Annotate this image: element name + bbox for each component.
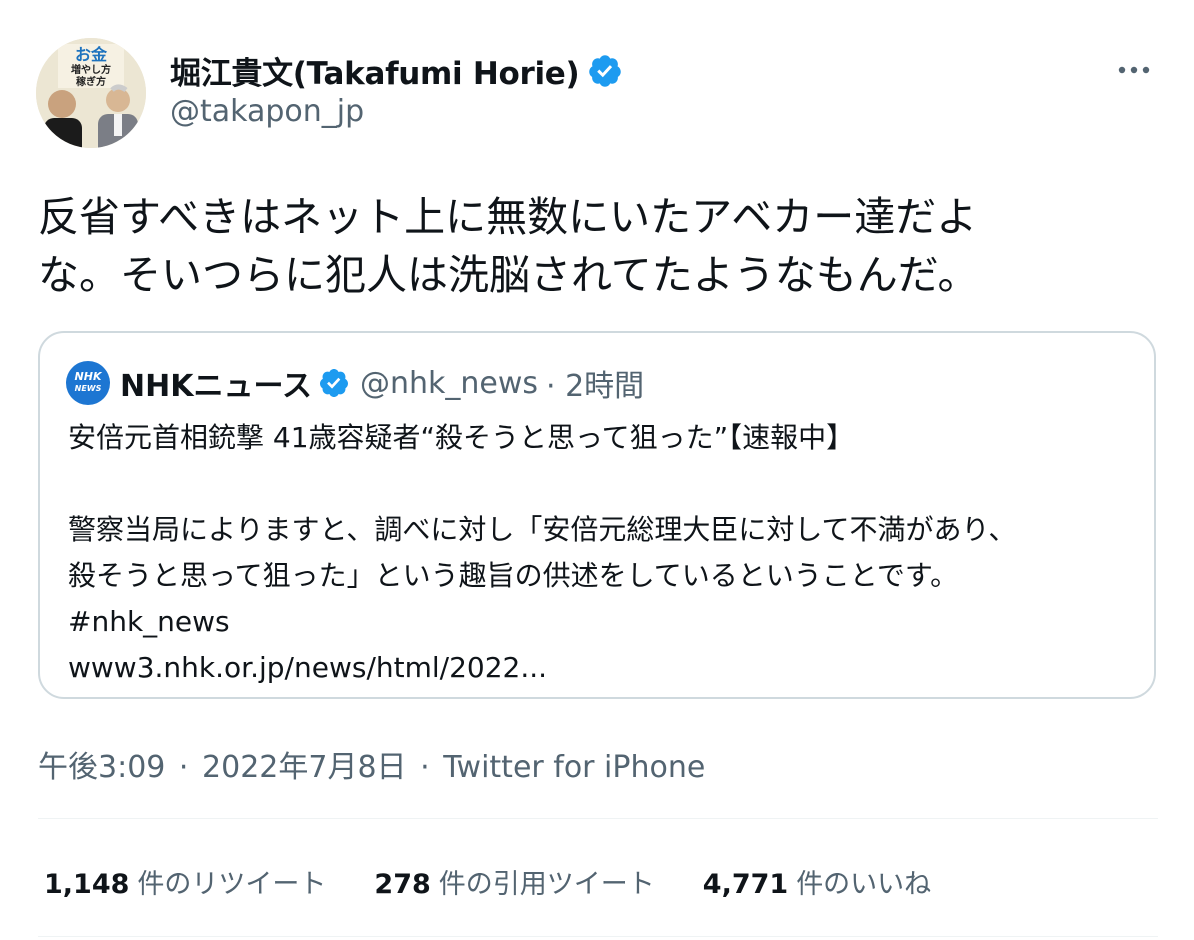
quoted-tweet-header: NHK NEWS NHKニュース @nhk_news · 2時間	[66, 361, 644, 405]
retweet-count: 1,148	[44, 869, 130, 900]
author-avatar[interactable]: お金 増やし方 稼ぎ方	[36, 38, 146, 148]
verified-badge-icon	[589, 54, 622, 87]
tweet-timestamp: 午後3:09 · 2022年7月8日 · Twitter for iPhone	[38, 742, 705, 786]
quoted-tweet-link[interactable]: www3.nhk.or.jp/news/html/2022...	[68, 645, 1138, 691]
quoted-tweet-body-line: 殺そうと思って狙った」という趣旨の供述をしているということです。	[68, 559, 959, 592]
divider	[38, 936, 1158, 937]
nhk-logo-subtext: NEWS	[74, 384, 102, 393]
nhk-news-logo[interactable]: NHK NEWS	[66, 361, 110, 405]
verified-badge-icon	[319, 369, 348, 397]
avatar-book-title-1: お金	[75, 45, 108, 64]
quote-tweet-label: 件の引用ツイート	[438, 869, 655, 900]
like-count-link[interactable]: 4,771 件のいいね	[703, 862, 931, 901]
avatar-book-title-3: 稼ぎ方	[76, 75, 106, 88]
more-options-icon	[1118, 66, 1150, 74]
quoted-tweet-text: 安倍元首相銃撃 41歳容疑者“殺そうと思って狙った”【速報中】 警察当局によりま…	[68, 415, 1138, 691]
nhk-logo-text: NHK	[74, 370, 102, 383]
retweet-count-link[interactable]: 1,148 件のリツイート	[44, 862, 326, 901]
tweet-text: 反省すべきはネット上に無数にいたアベカー達だよ な。そいつらに犯人は洗脳されてた…	[38, 188, 1158, 304]
quoted-tweet[interactable]: NHK NEWS NHKニュース @nhk_news · 2時間 安倍元首相銃撃…	[38, 331, 1156, 699]
timestamp-date[interactable]: 2022年7月8日	[202, 750, 407, 785]
timestamp-time[interactable]: 午後3:09	[38, 750, 165, 785]
quoted-tweet-body-line: 警察当局によりますと、調べに対し「安倍元総理大臣に対して不満があり、	[68, 513, 1017, 546]
quoted-tweet-title: 安倍元首相銃撃 41歳容疑者“殺そうと思って狙った”【速報中】	[68, 421, 855, 454]
quoted-tweet-hashtag[interactable]: #nhk_news	[68, 599, 1138, 645]
like-label: 件のいいね	[796, 869, 932, 900]
retweet-label: 件のリツイート	[137, 869, 327, 900]
quoted-author-handle[interactable]: @nhk_news	[360, 366, 538, 401]
more-options-button[interactable]	[1112, 52, 1156, 88]
author-name-text[interactable]: 堀江貴文(Takafumi Horie)	[170, 48, 580, 93]
quoted-author-name[interactable]: NHKニュース	[120, 361, 312, 405]
tweet-text-line: な。そいつらに犯人は洗脳されてたようなもんだ。	[38, 251, 979, 299]
like-count: 4,771	[702, 869, 789, 900]
tweet-text-line: 反省すべきはネット上に無数にいたアベカー達だよ	[38, 193, 978, 241]
author-handle[interactable]: @takapon_jp	[170, 94, 364, 129]
tweet-stats: 1,148 件のリツイート 278 件の引用ツイート 4,771 件のいいね	[44, 862, 931, 901]
avatar-book-title-2: 増やし方	[71, 63, 111, 76]
author-name[interactable]: 堀江貴文(Takafumi Horie)	[170, 48, 623, 93]
quoted-tweet-time[interactable]: · 2時間	[546, 361, 644, 405]
quote-tweet-count: 278	[374, 869, 431, 900]
timestamp-separator: ·	[420, 750, 430, 785]
timestamp-source[interactable]: Twitter for iPhone	[443, 750, 705, 785]
timestamp-separator: ·	[178, 750, 189, 785]
quoted-tweet-spacer	[68, 461, 1138, 507]
quote-tweet-count-link[interactable]: 278 件の引用ツイート	[374, 862, 654, 901]
divider	[38, 818, 1158, 819]
